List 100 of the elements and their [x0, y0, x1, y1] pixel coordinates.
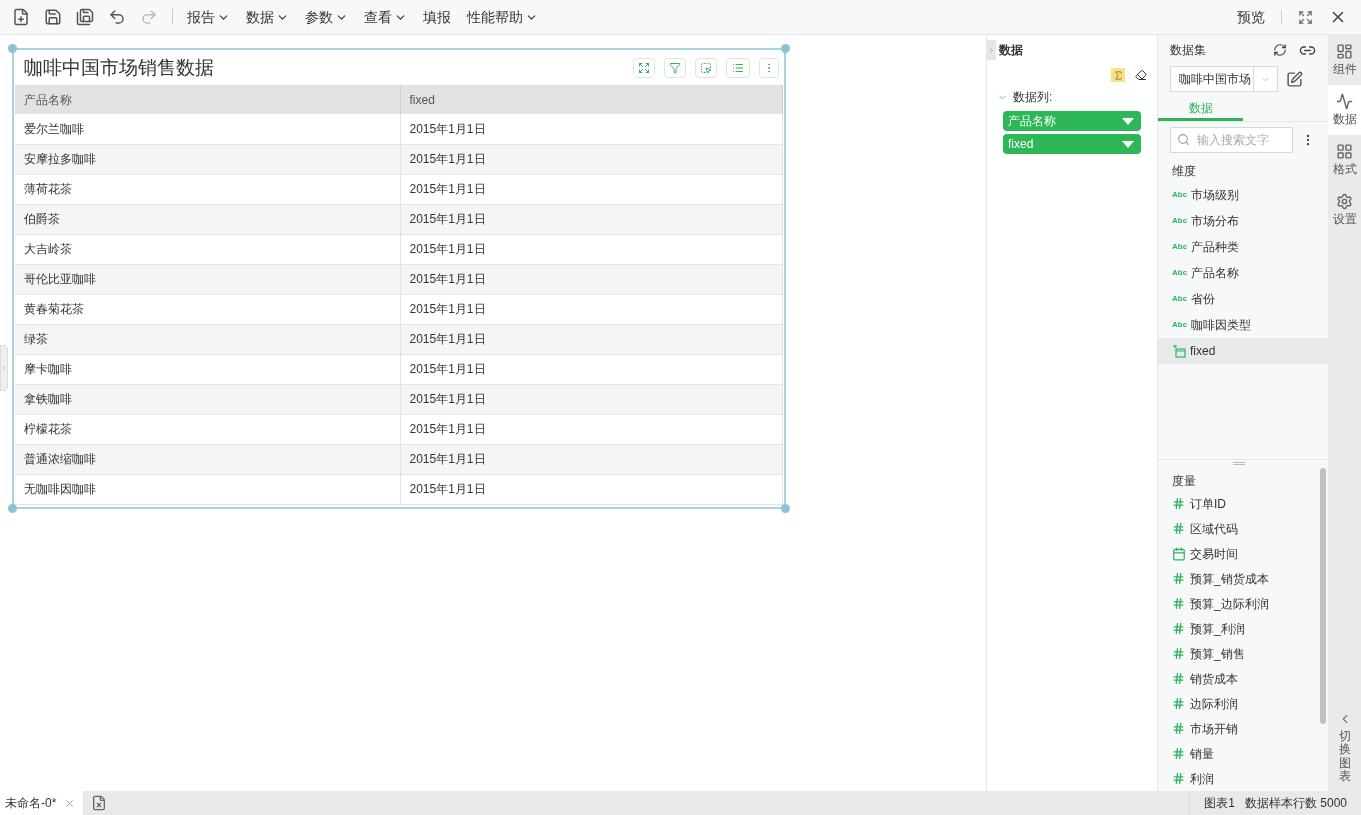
field-item[interactable]: fixed — [1158, 338, 1328, 364]
table-cell: 摩卡咖啡 — [15, 354, 400, 384]
status-text: 图表1 — [1204, 795, 1235, 812]
field-item[interactable]: 销量 — [1158, 741, 1320, 766]
field-item[interactable]: Abc 市场级别 — [1158, 182, 1328, 208]
table-cell: 绿茶 — [15, 324, 400, 354]
number-icon — [1172, 522, 1185, 535]
select-button[interactable] — [695, 58, 717, 78]
menu-item[interactable]: 查看 — [364, 6, 407, 28]
table-cell: 2015年1月1日 — [400, 474, 783, 504]
refresh-icon[interactable] — [1273, 43, 1287, 57]
table-cell: 伯爵茶 — [15, 204, 400, 234]
table-cell: 黄春菊花茶 — [15, 294, 400, 324]
field-item[interactable]: 利润 — [1158, 766, 1320, 791]
type-label: Abc — [1172, 243, 1188, 251]
table-cell: 普通浓缩咖啡 — [15, 444, 400, 474]
table-cell: 哥伦比亚咖啡 — [15, 264, 400, 294]
side-tab[interactable]: 设置 — [1328, 185, 1361, 235]
table-cell: 2015年1月1日 — [400, 384, 783, 414]
field-item[interactable]: Abc 产品名称 — [1158, 260, 1328, 286]
menu-item[interactable]: 报告 — [187, 6, 230, 28]
field-item[interactable]: 销货成本 — [1158, 666, 1320, 691]
field-item[interactable]: 订单ID — [1158, 491, 1320, 516]
field-item[interactable]: 交易时间 — [1158, 541, 1320, 566]
field-item[interactable]: 预算_利润 — [1158, 616, 1320, 641]
line-chart-icon — [1336, 92, 1353, 110]
table-cell: 柠檬花茶 — [15, 414, 400, 444]
dataset-select[interactable]: 咖啡中国市场 — [1170, 66, 1278, 92]
type-label: Abc — [1172, 269, 1188, 277]
dataset-label: 数据集 — [1170, 42, 1206, 59]
menu-item[interactable]: 参数 — [305, 6, 348, 28]
type-label: Abc — [1172, 321, 1188, 329]
side-tab[interactable]: 组件 — [1328, 35, 1361, 85]
save-icon[interactable] — [44, 8, 62, 26]
number-icon — [1172, 722, 1185, 735]
edit-icon[interactable] — [1286, 70, 1303, 88]
resize-handle[interactable] — [8, 504, 17, 513]
eraser-icon[interactable] — [1135, 69, 1147, 81]
number-icon — [1172, 747, 1185, 760]
fullscreen-icon[interactable] — [1298, 9, 1313, 25]
side-tab[interactable]: 格式 — [1328, 135, 1361, 185]
section-label: 维度 — [1171, 163, 1197, 180]
number-icon — [1172, 597, 1185, 610]
field-item[interactable]: 区域代码 — [1158, 516, 1320, 541]
type-label: Abc — [1172, 191, 1188, 199]
number-icon — [1172, 572, 1185, 585]
menu-item[interactable]: 数据 — [246, 6, 289, 28]
dropdown-icon — [1122, 140, 1134, 148]
table-cell: 安摩拉多咖啡 — [15, 144, 400, 174]
save-as-icon[interactable] — [76, 8, 94, 26]
file-icon[interactable] — [91, 795, 108, 811]
list-button[interactable] — [726, 58, 750, 78]
new-file-icon[interactable] — [12, 8, 30, 26]
switch-chart-button[interactable]: 切换图表 — [1337, 712, 1352, 783]
field-item[interactable]: 市场开销 — [1158, 716, 1320, 741]
document-tab[interactable]: 未命名-0* — [0, 791, 84, 815]
menu-item[interactable]: 填报 — [423, 6, 451, 28]
fullscreen-button[interactable] — [633, 58, 655, 78]
field-item[interactable]: 预算_销售 — [1158, 641, 1320, 666]
list-icon — [732, 62, 744, 74]
field-item[interactable]: Abc 省份 — [1158, 286, 1328, 312]
menu-item[interactable]: 性能帮助 — [467, 6, 538, 28]
field-item[interactable]: Abc 咖啡因类型 — [1158, 312, 1328, 338]
settings-icon — [1336, 192, 1353, 210]
table-cell: 爱尔兰咖啡 — [15, 114, 400, 144]
field-item[interactable]: 预算_边际利润 — [1158, 591, 1320, 616]
select-icon — [700, 62, 712, 74]
table-cell: 2015年1月1日 — [400, 144, 783, 174]
expand-handle[interactable] — [0, 345, 8, 391]
section-toggle[interactable]: 数据列: — [997, 87, 1157, 107]
filter-icon — [669, 62, 681, 74]
resize-handle[interactable] — [781, 44, 790, 53]
preview-button[interactable]: 预览 — [1237, 6, 1265, 28]
side-tab[interactable]: 数据 — [1328, 85, 1361, 135]
number-icon — [1172, 647, 1185, 660]
table-cell: 2015年1月1日 — [400, 324, 783, 354]
chevron-icon — [1, 364, 7, 372]
resize-handle[interactable] — [781, 504, 790, 513]
table-cell: 2015年1月1日 — [400, 114, 783, 144]
dropdown-icon — [1122, 117, 1134, 125]
panel-title: 数据 — [999, 42, 1023, 59]
type-label: Abc — [1172, 295, 1188, 303]
table-cell: 薄荷花茶 — [15, 174, 400, 204]
chart-title: 咖啡中国市场销售数据 — [24, 55, 214, 80]
field-item[interactable]: Abc 产品种类 — [1158, 234, 1328, 260]
widget-icon — [1336, 42, 1353, 60]
expand-icon — [638, 62, 650, 74]
number-icon — [1172, 622, 1185, 635]
undo-icon[interactable] — [108, 8, 126, 26]
sum-button[interactable] — [1111, 68, 1125, 82]
field-item[interactable]: Abc 市场分布 — [1158, 208, 1328, 234]
number-icon — [1172, 672, 1185, 685]
field-item[interactable]: 边际利润 — [1158, 691, 1320, 716]
search-icon — [1177, 133, 1190, 146]
filter-button[interactable] — [664, 58, 686, 78]
resize-handle[interactable] — [8, 44, 17, 53]
collapse-handle[interactable] — [987, 40, 996, 60]
search-field[interactable]: 输入搜索文字 — [1170, 127, 1293, 153]
grid-icon — [1336, 142, 1353, 160]
field-item[interactable]: 预算_销货成本 — [1158, 566, 1320, 591]
